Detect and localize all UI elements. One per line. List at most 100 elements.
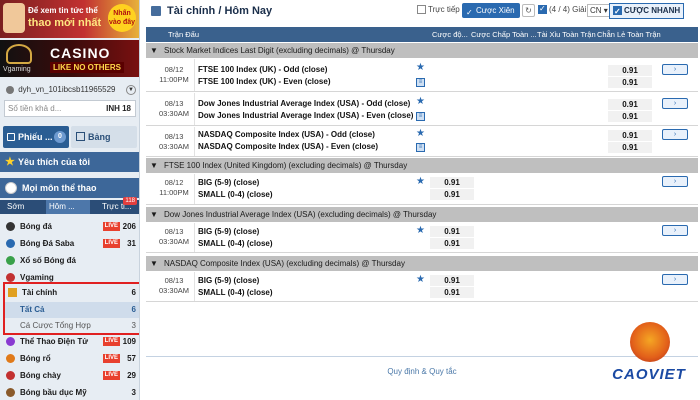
section-header[interactable]: ▼ NASDAQ Composite Index (USA) (excludin…	[146, 256, 698, 271]
match-datetime: 08/13 03:30AM	[159, 99, 189, 119]
odds-cell[interactable]: 0.91	[430, 238, 474, 249]
balance-currency: INH 18	[106, 104, 131, 113]
casino-tagline: LIKE NO OTHERS	[50, 62, 125, 73]
divider	[194, 272, 195, 301]
selection-line-2: SMALL (0-4) (close)	[198, 288, 273, 297]
sport-item-baseball[interactable]: Bóng chày LIVE 29	[0, 367, 139, 384]
finance-sub-count: 6	[131, 305, 136, 314]
match-date: 08/13	[164, 132, 184, 141]
odds-cell[interactable]: 0.91	[608, 65, 652, 76]
sport-count: 57	[127, 354, 136, 363]
odds-cell[interactable]: 0.91	[430, 226, 474, 237]
sport-name: Xổ số Bóng đá	[20, 256, 76, 265]
col-over-under: Tài Xỉu Toàn Trận	[537, 30, 596, 39]
language-select[interactable]: CN ▾	[587, 4, 611, 17]
section-header[interactable]: ▼ Dow Jones Industrial Average Index (US…	[146, 207, 698, 222]
section-header[interactable]: ▼ Stock Market Indices Last Digit (exclu…	[146, 43, 698, 58]
league-filter-label: (4 / 4) Giải	[549, 5, 587, 14]
divider	[194, 174, 195, 204]
ball-icon	[5, 182, 17, 194]
favorite-star-icon[interactable]: ★	[416, 128, 425, 139]
live-badge: LIVE	[102, 239, 120, 248]
odds-cell[interactable]: 0.91	[608, 130, 652, 141]
selection-line-2: NASDAQ Composite Index (USA) - Even (clo…	[198, 142, 379, 151]
football-icon	[6, 388, 15, 397]
sport-item-finance[interactable]: Tài chính 6	[5, 284, 139, 301]
esports-icon	[6, 337, 15, 346]
odds-cell[interactable]: 0.91	[608, 77, 652, 88]
stats-icon[interactable]: ≡	[416, 143, 425, 152]
odds-cell[interactable]: 0.91	[608, 111, 652, 122]
topbar: Tài chính / Hôm Nay Trực tiếp Cược Xiên …	[146, 0, 698, 24]
match-date: 08/13	[164, 99, 184, 108]
more-markets-button[interactable]: ›	[662, 274, 688, 285]
favorite-star-icon[interactable]: ★	[416, 225, 425, 236]
more-markets-button[interactable]: ›	[662, 225, 688, 236]
sport-item-american-football[interactable]: Bóng bầu dục Mỹ 3	[0, 384, 139, 400]
sport-item-soccer-lottery[interactable]: Xổ số Bóng đá	[0, 252, 139, 269]
bet-list-button[interactable]: Bảng Cược	[71, 126, 137, 164]
finance-sub-all[interactable]: Tất Cả 6	[5, 302, 139, 318]
tab-early[interactable]: Sớm	[5, 200, 43, 214]
sport-item-basketball[interactable]: Bóng rổ LIVE 57	[0, 350, 139, 367]
favorite-star-icon[interactable]: ★	[416, 62, 425, 73]
caret-down-icon: ▼	[150, 161, 158, 170]
all-sports-label: Mọi môn thể thao	[22, 183, 97, 193]
section-title: Stock Market Indices Last Digit (excludi…	[164, 46, 395, 55]
sport-item-soccer[interactable]: Bóng đá LIVE 206	[0, 218, 139, 235]
username: dyh_vn_101ibcsb11965529	[18, 85, 116, 94]
caret-down-icon: ▼	[150, 210, 158, 219]
finance-sub-combo[interactable]: Cá Cược Tổng Hợp 3	[5, 318, 139, 334]
favorite-star-icon[interactable]: ★	[416, 274, 425, 285]
favorite-star-icon[interactable]: ★	[416, 176, 425, 187]
live-checkbox[interactable]: Trực tiếp	[417, 5, 460, 15]
odds-cell[interactable]: 0.91	[430, 287, 474, 298]
selection-line-1: NASDAQ Composite Index (USA) - Odd (clos…	[198, 130, 375, 139]
parlay-button[interactable]: Cược Xiên	[462, 3, 520, 20]
selection-line-1: Dow Jones Industrial Average Index (USA)…	[198, 99, 411, 108]
more-markets-button[interactable]: ›	[662, 176, 688, 187]
table-row: 08/13 03:30AM NASDAQ Composite Index (USA…	[146, 127, 698, 157]
match-time: 11:00PM	[159, 188, 189, 197]
finance-sub-label: Tất Cả	[20, 305, 45, 314]
more-markets-button[interactable]: ›	[662, 64, 688, 75]
promo-banner-news[interactable]: Để xem tin tức thể thao mới nhất Nhấn và…	[0, 0, 139, 38]
user-row[interactable]: dyh_vn_101ibcsb11965529 ▼	[0, 82, 139, 98]
caret-down-icon: ▼	[150, 46, 158, 55]
odds-cell[interactable]: 0.91	[430, 275, 474, 286]
odds-cell[interactable]: 0.91	[430, 177, 474, 188]
favorite-star-icon[interactable]: ★	[416, 96, 425, 107]
finance-highlight-box: Tài chính 6 Tất Cả 6 Cá Cược Tổng Hợp 3	[3, 282, 139, 335]
live-badge: LIVE	[102, 337, 120, 346]
brand-text: CAOVIET	[612, 366, 686, 383]
parlay-label: Cược Xiên	[476, 6, 515, 15]
favorites-item[interactable]: ★ Yêu thích của tôi	[0, 152, 139, 172]
odds-cell[interactable]: 0.91	[608, 99, 652, 110]
more-markets-button[interactable]: ›	[662, 98, 688, 109]
section-title: Dow Jones Industrial Average Index (USA)…	[164, 210, 437, 219]
section-title: NASDAQ Composite Index (USA) (excluding …	[164, 259, 405, 268]
section-header[interactable]: ▼ FTSE 100 Index (United Kingdom) (exclu…	[146, 158, 698, 173]
vgaming-icon	[6, 273, 15, 282]
quick-bet-toggle[interactable]: CƯỢC NHANH	[609, 3, 685, 19]
soccer-icon	[6, 222, 15, 231]
balance-field[interactable]: Số tiền khả d... INH 18	[4, 100, 136, 117]
match-time: 03:30AM	[159, 286, 190, 295]
chevron-down-icon[interactable]: ▼	[126, 85, 136, 95]
stats-icon[interactable]: ≡	[416, 78, 425, 87]
league-filter[interactable]: (4 / 4) Giải	[538, 4, 587, 15]
live-badge: LIVE	[102, 371, 120, 380]
sport-item-esports[interactable]: Thể Thao Điện Tử LIVE 109	[0, 333, 139, 350]
sport-item-saba-soccer[interactable]: Bóng Đá Saba LIVE 31	[0, 235, 139, 252]
stats-icon[interactable]: ≡	[416, 112, 425, 121]
selection-line-2: SMALL (0-4) (close)	[198, 239, 273, 248]
tab-today[interactable]: Hôm ...	[46, 200, 90, 214]
promo-banner-casino[interactable]: Vgaming CASINO LIKE NO OTHERS	[0, 40, 139, 77]
more-markets-button[interactable]: ›	[662, 129, 688, 140]
all-sports-item[interactable]: Mọi môn thể thao	[0, 178, 139, 198]
col-handicap: Cược Chấp Toàn ...	[471, 30, 537, 39]
odds-cell[interactable]: 0.91	[608, 142, 652, 153]
bet-slip-button[interactable]: Phiếu ... 0	[3, 126, 69, 148]
odds-cell[interactable]: 0.91	[430, 189, 474, 200]
refresh-icon[interactable]: ↻	[522, 4, 535, 17]
